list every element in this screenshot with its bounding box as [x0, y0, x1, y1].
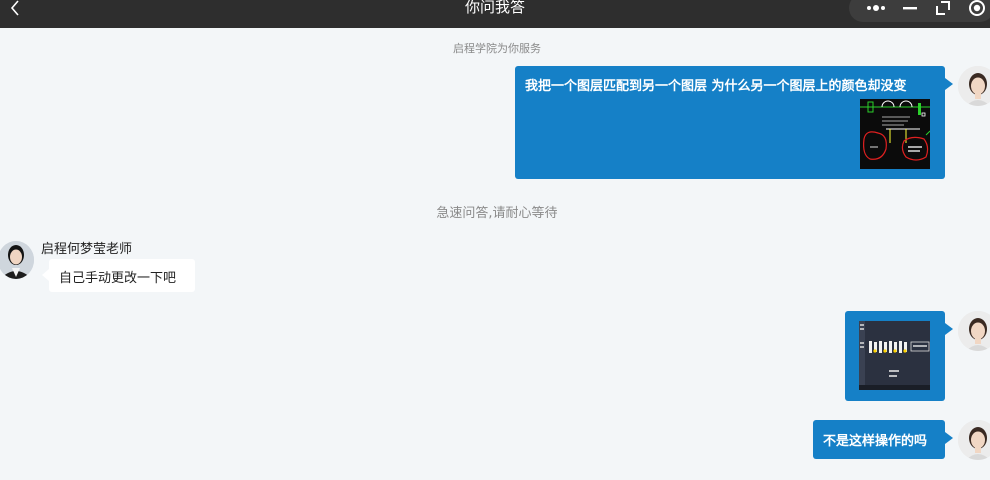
teacher-message-text: 自己手动更改一下吧 — [59, 271, 177, 286]
record-button[interactable] — [960, 0, 990, 19]
waiting-notice: 急速问答,请耐心等待 — [436, 206, 558, 221]
title-bar: 你问我答 — [0, 0, 990, 28]
minimize-button[interactable] — [893, 0, 927, 19]
cad-screenshot-thumbnail[interactable] — [860, 99, 930, 169]
layer-screenshot-thumbnail[interactable] — [859, 321, 930, 390]
user-message-text: 不是这样操作的吗 — [823, 434, 928, 449]
user-message-bubble: 不是这样操作的吗 — [813, 420, 953, 459]
record-icon — [969, 0, 986, 16]
user-avatar[interactable] — [958, 420, 990, 460]
restore-button[interactable] — [927, 0, 961, 19]
teacher-avatar-image — [0, 241, 34, 279]
user-avatar-image — [958, 420, 990, 460]
user-message-text: 我把一个图层匹配到另一个图层 为什么另一个图层上的颜色却没变 — [525, 79, 907, 94]
window-title: 你问我答 — [464, 0, 525, 16]
more-icon — [866, 5, 885, 11]
service-notice: 启程学院为你服务 — [453, 42, 541, 55]
user-message-bubble: 我把一个图层匹配到另一个图层 为什么另一个图层上的颜色却没变 — [515, 66, 953, 179]
window-controls — [849, 0, 990, 22]
restore-icon — [936, 1, 951, 15]
more-button[interactable] — [859, 0, 893, 19]
user-avatar-image — [958, 66, 990, 106]
teacher-avatar[interactable] — [0, 241, 34, 279]
layer-panel-image — [859, 321, 930, 390]
minimize-icon — [902, 7, 917, 10]
teacher-message-bubble: 自己手动更改一下吧 — [42, 259, 195, 292]
cad-drawing-image — [860, 99, 930, 169]
user-avatar[interactable] — [958, 66, 990, 106]
user-avatar-image — [958, 311, 990, 351]
teacher-name: 启程何梦莹老师 — [41, 242, 133, 257]
user-avatar[interactable] — [958, 311, 990, 351]
user-image-bubble — [845, 311, 953, 401]
